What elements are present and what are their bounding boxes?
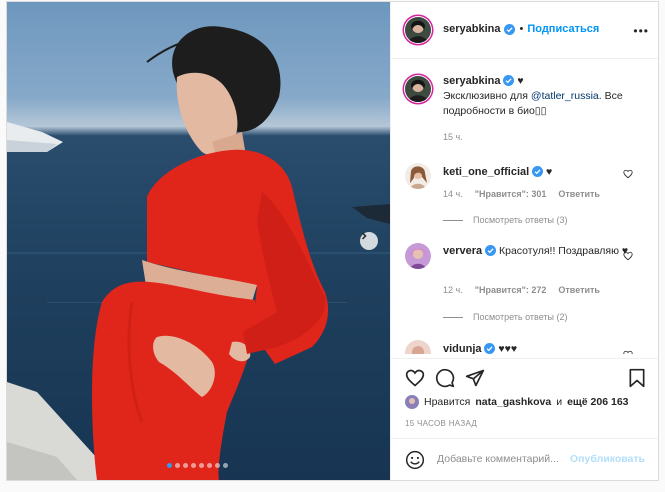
share-icon[interactable] <box>465 368 485 388</box>
comment-time: 12 ч. <box>443 285 463 295</box>
comment-text: ververa Красотуля!! Поздравляю ♥ <box>443 244 633 259</box>
likes-and: и <box>556 396 563 408</box>
carousel-dot <box>167 463 172 468</box>
chevron-right-icon <box>361 232 367 240</box>
caption-body-start: Эксклюзивно для <box>443 90 531 102</box>
next-slide-button[interactable] <box>360 232 378 250</box>
avatar[interactable] <box>405 17 431 43</box>
comment-time: 14 ч. <box>443 189 463 199</box>
carousel-dot <box>215 463 220 468</box>
verified-badge-icon <box>532 166 544 177</box>
comment-item: ververa Красотуля!! Поздравляю ♥ 12 ч. "… <box>405 243 645 323</box>
avatar[interactable] <box>405 243 431 269</box>
caption-text: seryabkina ♥ Эксклюзивно для @tatler_rus… <box>443 74 633 119</box>
comments-list[interactable]: seryabkina ♥ Эксклюзивно для @tatler_rus… <box>391 59 658 354</box>
avatar[interactable] <box>405 76 431 102</box>
comment-meta: 12 ч. "Нравится": 272 Ответить <box>443 285 600 295</box>
heart-icon[interactable] <box>405 368 425 388</box>
comment-username[interactable]: keti_one_official <box>443 166 529 178</box>
view-replies-button[interactable]: Посмотреть ответы (3) <box>443 215 568 225</box>
post-author-username[interactable]: seryabkina <box>443 23 500 35</box>
likes-count[interactable]: ещё 206 163 <box>567 396 628 408</box>
liked-by-username[interactable]: nata_gashkova <box>475 396 551 408</box>
reply-button[interactable]: Ответить <box>558 285 600 295</box>
avatar[interactable] <box>405 340 431 354</box>
comment-text: vidunja ♥♥♥ <box>443 342 633 354</box>
reply-button[interactable]: Ответить <box>558 189 600 199</box>
verified-badge-icon <box>484 343 496 354</box>
post-photo[interactable] <box>7 2 390 480</box>
post-action-bar <box>391 358 658 395</box>
caption: seryabkina ♥ Эксклюзивно для @tatler_rus… <box>405 74 645 146</box>
bookmark-icon[interactable] <box>627 368 647 388</box>
emoji-icon[interactable] <box>405 450 425 470</box>
carousel-dot <box>175 463 180 468</box>
comment-icon[interactable] <box>435 368 455 388</box>
avatar[interactable] <box>405 163 431 189</box>
view-replies-button[interactable]: Посмотреть ответы (2) <box>443 312 568 322</box>
caption-username[interactable]: seryabkina <box>443 75 500 87</box>
comment-item: keti_one_official ♥ 14 ч. "Нравится": 30… <box>405 163 645 233</box>
photo-illustration <box>7 26 390 480</box>
comment-input[interactable] <box>435 452 589 466</box>
add-comment-bar: Опубликовать <box>391 438 658 480</box>
view-replies-label: Посмотреть ответы (2) <box>473 312 568 322</box>
post-timestamp[interactable]: 15 ЧАСОВ НАЗАД <box>405 419 477 428</box>
verified-badge-icon <box>485 245 497 256</box>
caption-meta: 15 ч. <box>443 132 463 142</box>
verified-badge-icon <box>504 23 516 35</box>
comment-body: ♥ <box>546 166 553 178</box>
avatar[interactable] <box>405 395 419 409</box>
likes-prefix: Нравится <box>424 396 471 408</box>
comment-body: ♥♥♥ <box>498 343 518 354</box>
comment-text: keti_one_official ♥ <box>443 165 633 180</box>
carousel-dot <box>191 463 196 468</box>
carousel-dot <box>223 463 228 468</box>
comment-username[interactable]: ververa <box>443 245 482 257</box>
likes-summary: Нравится nata_gashkova и ещё 206 163 <box>405 395 629 409</box>
replies-divider <box>443 316 463 318</box>
carousel-indicator <box>167 463 228 468</box>
like-comment-heart-icon[interactable] <box>623 251 633 261</box>
carousel-dot <box>183 463 188 468</box>
verified-badge-icon <box>503 75 515 86</box>
view-replies-label: Посмотреть ответы (3) <box>473 215 568 225</box>
like-comment-heart-icon[interactable] <box>623 169 633 179</box>
comment-body: Красотуля!! Поздравляю ♥ <box>499 245 629 257</box>
caption-time: 15 ч. <box>443 132 463 142</box>
comment-likes[interactable]: "Нравится": 301 <box>475 189 547 199</box>
follow-button[interactable]: Подписаться <box>527 23 599 35</box>
post-side-panel: seryabkina • Подписаться ••• seryabkina … <box>390 2 658 480</box>
heart-emoji: ♥ <box>517 75 524 87</box>
comment-meta: 14 ч. "Нравится": 301 Ответить <box>443 189 600 199</box>
carousel-dot <box>199 463 204 468</box>
replies-divider <box>443 219 463 221</box>
mention-link[interactable]: @tatler_russia <box>531 90 599 102</box>
comment-likes[interactable]: "Нравится": 272 <box>475 285 547 295</box>
publish-comment-button[interactable]: Опубликовать <box>570 453 645 465</box>
comment-item: vidunja ♥♥♥ <box>405 340 645 354</box>
more-options-icon[interactable]: ••• <box>633 24 649 38</box>
carousel-dot <box>207 463 212 468</box>
post-header: seryabkina • Подписаться ••• <box>391 2 658 59</box>
comment-username[interactable]: vidunja <box>443 343 482 354</box>
instagram-post: seryabkina • Подписаться ••• seryabkina … <box>6 1 659 481</box>
like-comment-heart-icon[interactable] <box>623 350 633 354</box>
